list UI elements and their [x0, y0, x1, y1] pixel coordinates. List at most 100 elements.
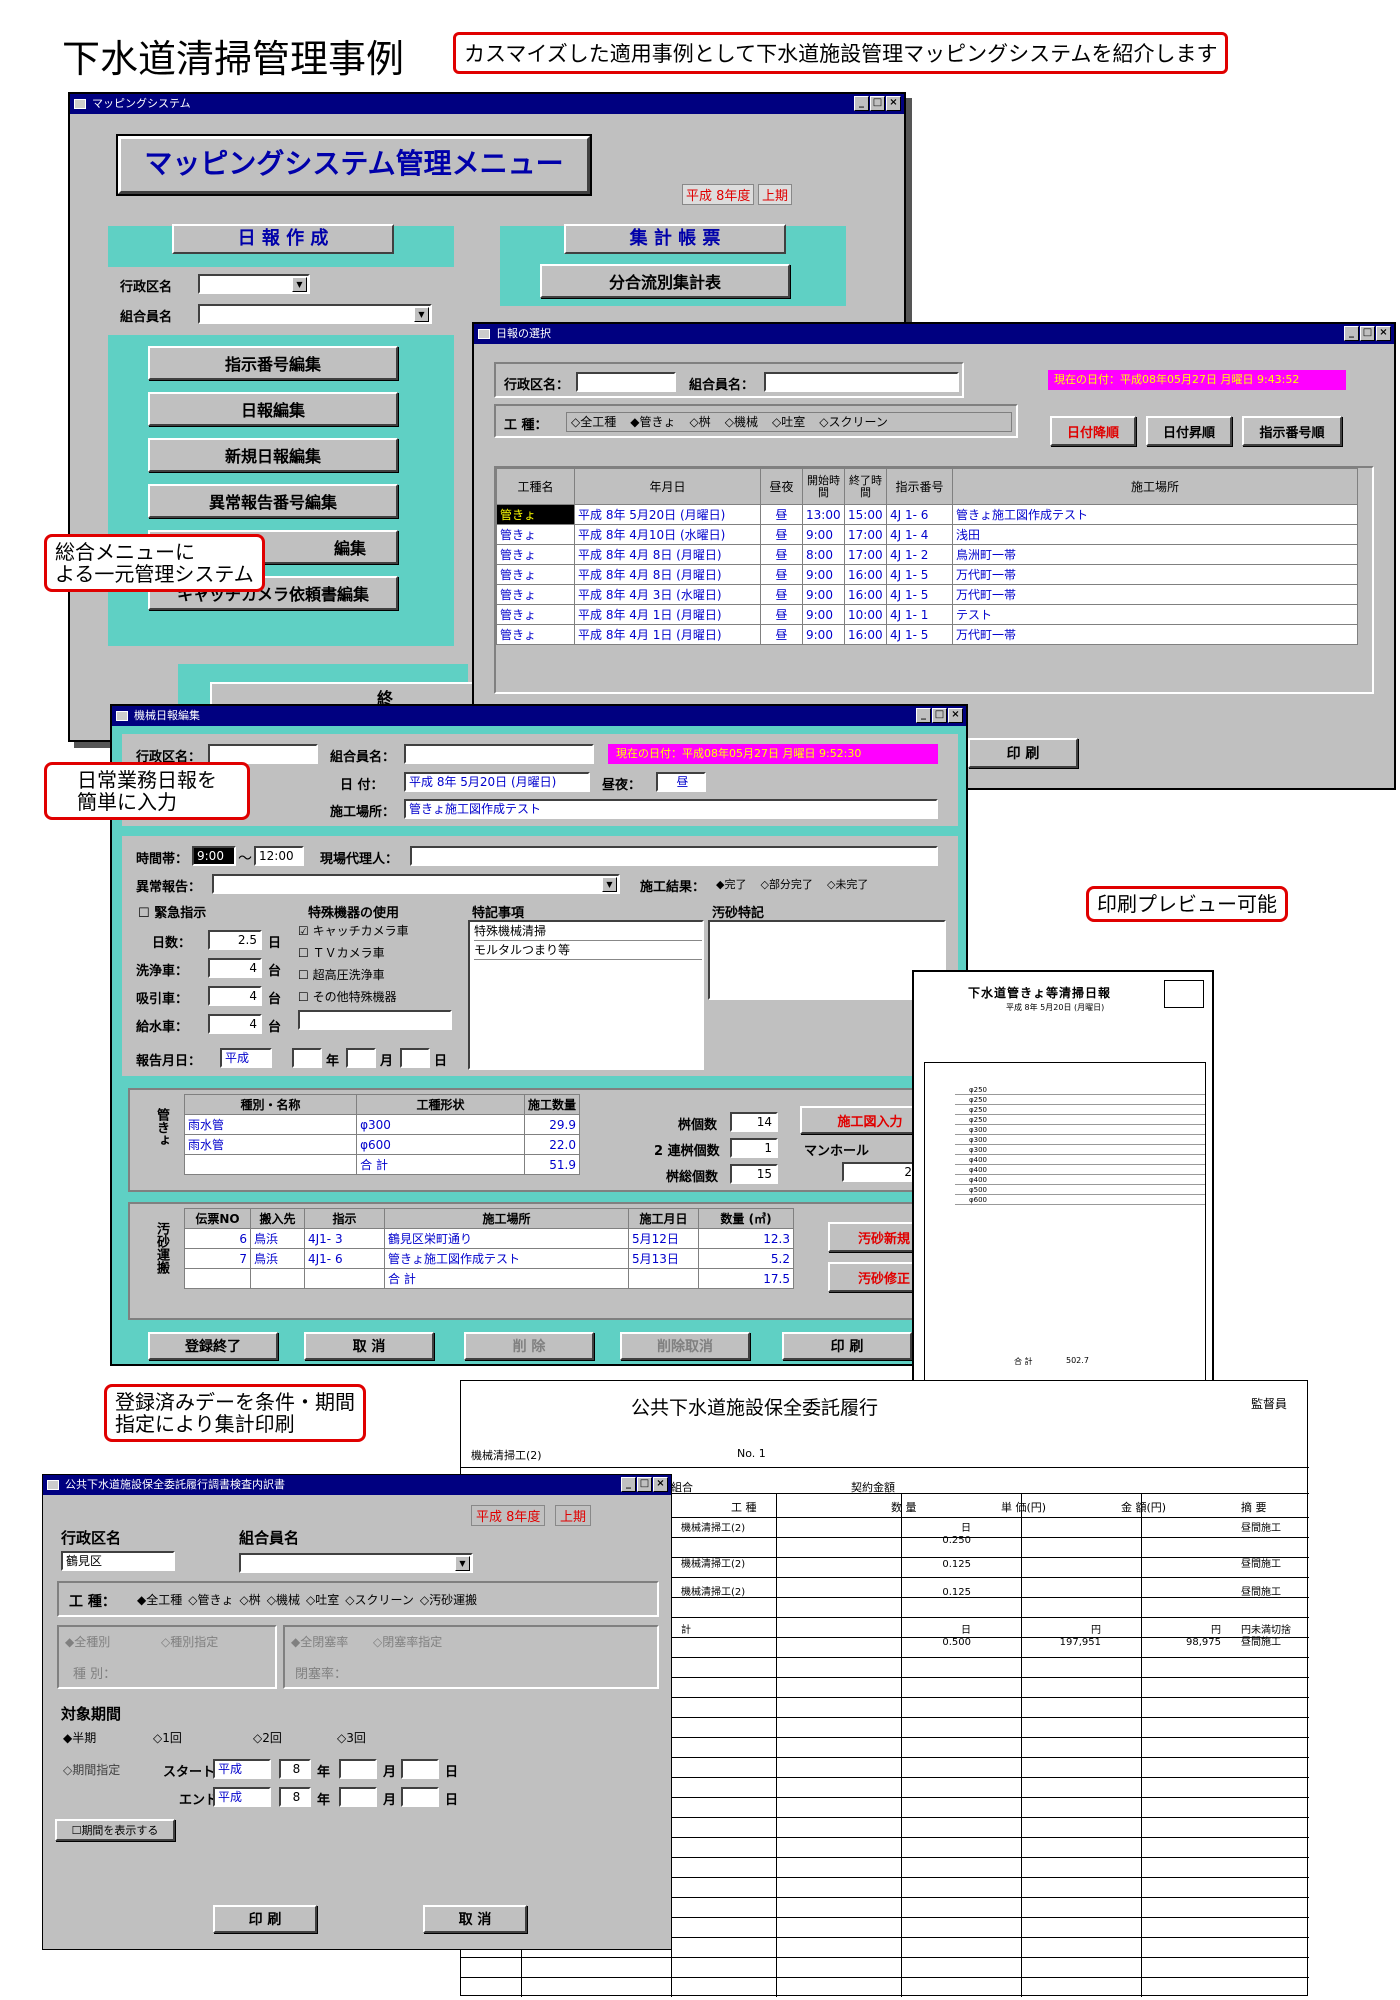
- m-report-year[interactable]: [292, 1048, 322, 1068]
- s-period-spec[interactable]: ◇期間指定: [63, 1761, 120, 1778]
- table-cell[interactable]: [184, 1268, 251, 1289]
- table-row[interactable]: 雨水管 φ300 29.9: [183, 1114, 581, 1135]
- table-row[interactable]: 管きょ 平成 8年 4月 3日 (水曜日) 昼 9:00 16:00 4J 1- 5 万代町…: [496, 584, 1358, 605]
- table-cell[interactable]: 16:00: [844, 564, 887, 585]
- table-cell[interactable]: 17:00: [844, 544, 887, 565]
- table-cell[interactable]: 7: [184, 1248, 251, 1269]
- m-member-input[interactable]: [404, 744, 594, 764]
- radio-all[interactable]: ◇全工種: [571, 413, 616, 431]
- table-cell[interactable]: 9:00: [802, 604, 845, 625]
- table-row[interactable]: 合 計 51.9: [183, 1154, 581, 1175]
- radio-basin[interactable]: ◇桝: [690, 413, 711, 431]
- basin-total-input[interactable]: 15: [730, 1164, 778, 1184]
- table-cell[interactable]: 万代町一帯: [952, 584, 1358, 605]
- table-cell[interactable]: 鳥洲町一帯: [952, 544, 1358, 565]
- summary-print-button[interactable]: 印 刷: [213, 1905, 317, 1933]
- m-equip-2[interactable]: ☐ 超高圧洗浄車: [298, 966, 385, 983]
- table-cell[interactable]: 4J 1- 6: [886, 504, 953, 525]
- table-cell[interactable]: 4J 1- 5: [886, 564, 953, 585]
- table-cell[interactable]: 昼: [760, 604, 803, 625]
- table-cell[interactable]: 合 計: [384, 1268, 629, 1289]
- s-radio-pipe[interactable]: ◇管きょ: [188, 1591, 233, 1608]
- radio-outlet[interactable]: ◇吐室: [772, 413, 805, 431]
- table-row[interactable]: 管きょ 平成 8年 4月 8日 (月曜日) 昼 9:00 16:00 4J 1- 5 万代町…: [496, 564, 1358, 585]
- table-cell[interactable]: 万代町一帯: [952, 564, 1358, 585]
- sort-instr-button[interactable]: 指示番号順: [1242, 416, 1342, 446]
- menu-button-3[interactable]: 異常報告番号編集: [148, 484, 398, 518]
- table-cell[interactable]: 4J 1- 5: [886, 584, 953, 605]
- table-cell[interactable]: 平成 8年 4月 8日 (月曜日): [574, 544, 761, 565]
- maximize-icon[interactable]: □: [637, 1477, 652, 1492]
- summary-button[interactable]: 分合流別集計表: [540, 264, 790, 298]
- minimize-icon[interactable]: _: [916, 708, 931, 723]
- table-cell[interactable]: 平成 8年 4月 1日 (月曜日): [574, 624, 761, 645]
- register-end-button[interactable]: 登録終了: [148, 1332, 278, 1360]
- table-cell[interactable]: 22.0: [523, 1134, 581, 1155]
- m-site-input[interactable]: 管きょ施工図作成テスト: [404, 799, 938, 819]
- table-cell[interactable]: 4J 1- 1: [886, 604, 953, 625]
- table-cell[interactable]: 管きょ: [496, 604, 575, 625]
- table-row[interactable]: 管きょ 平成 8年 4月10日 (水曜日) 昼 9:00 17:00 4J 1- 4 浅田: [496, 524, 1358, 545]
- chevron-down-icon[interactable]: ▼: [602, 877, 617, 892]
- undelete-button[interactable]: 削除取消: [620, 1332, 750, 1360]
- close-icon[interactable]: ×: [1376, 326, 1391, 341]
- s-close-spec[interactable]: ◇閉塞率指定: [373, 1633, 442, 1650]
- m-water-input[interactable]: 4: [208, 1014, 262, 1034]
- s-start-month[interactable]: [339, 1759, 377, 1779]
- manhole-input[interactable]: 2: [842, 1162, 918, 1182]
- s-end-era[interactable]: 平成: [213, 1787, 271, 1807]
- menu-button-0[interactable]: 指示番号編集: [148, 346, 398, 380]
- table-cell[interactable]: 鳥浜: [250, 1248, 305, 1269]
- m-days-input[interactable]: 2.5: [208, 930, 262, 950]
- table-cell[interactable]: 5.2: [698, 1248, 794, 1269]
- s-period-3[interactable]: ◇3回: [337, 1729, 366, 1746]
- minimize-icon[interactable]: _: [621, 1477, 636, 1492]
- table-cell[interactable]: 10:00: [844, 604, 887, 625]
- table-cell[interactable]: テスト: [952, 604, 1358, 625]
- m-ward-input[interactable]: [208, 744, 318, 764]
- s-radio-sludge[interactable]: ◇汚砂運搬: [420, 1591, 477, 1608]
- menu-button-2[interactable]: 新規日報編集: [148, 438, 398, 472]
- m-equip-3[interactable]: ☐ その他特殊機器: [298, 988, 397, 1005]
- summary-member-select[interactable]: ▼: [239, 1553, 473, 1573]
- radio-pipe[interactable]: ◆管きょ: [630, 413, 675, 431]
- maximize-icon[interactable]: □: [932, 708, 947, 723]
- table-cell[interactable]: 5月12日: [628, 1228, 699, 1249]
- table-cell[interactable]: 平成 8年 5月20日 (月曜日): [574, 504, 761, 525]
- table-row[interactable]: 合 計 17.5: [184, 1268, 794, 1289]
- table-cell[interactable]: 12.3: [698, 1228, 794, 1249]
- select-member-input[interactable]: [764, 372, 959, 392]
- m-emergency[interactable]: ☐ 緊急指示: [138, 902, 206, 921]
- table-cell[interactable]: 管きょ: [496, 524, 575, 545]
- table-cell[interactable]: 9:00: [802, 564, 845, 585]
- table-cell[interactable]: 51.9: [523, 1154, 581, 1175]
- ward-select[interactable]: ▼: [198, 274, 310, 294]
- table-cell[interactable]: 5月13日: [628, 1248, 699, 1269]
- table-cell[interactable]: 4J1- 6: [304, 1248, 385, 1269]
- table-cell[interactable]: [183, 1154, 358, 1175]
- table-cell[interactable]: 9:00: [802, 624, 845, 645]
- table-cell[interactable]: 15:00: [844, 504, 887, 525]
- s-all-close[interactable]: ◆全閉塞率: [291, 1633, 348, 1650]
- table-cell[interactable]: 雨水管: [183, 1114, 358, 1135]
- radio-screen[interactable]: ◇スクリーン: [819, 413, 888, 431]
- table-row[interactable]: 管きょ 平成 8年 4月 1日 (月曜日) 昼 9:00 16:00 4J 1- 5 万代町…: [496, 624, 1358, 645]
- m-equip-1[interactable]: ☐ ＴＶカメラ車: [298, 944, 385, 961]
- member-select[interactable]: ▼: [198, 304, 432, 324]
- s-end-year[interactable]: 8: [279, 1787, 311, 1807]
- s-period-1[interactable]: ◇1回: [153, 1729, 182, 1746]
- table-row[interactable]: 6 鳥浜 4J1- 3 鶴見区栄町通り 5月12日 12.3: [184, 1228, 794, 1249]
- table-cell[interactable]: 9:00: [802, 584, 845, 605]
- table-cell[interactable]: 管きょ: [496, 544, 575, 565]
- table-cell[interactable]: 4J 1- 2: [886, 544, 953, 565]
- table-row[interactable]: 雨水管 φ600 22.0: [183, 1134, 581, 1155]
- m-report-era[interactable]: 平成: [220, 1048, 272, 1068]
- basin2-input[interactable]: 1: [730, 1138, 778, 1158]
- s-radio-machine[interactable]: ◇機械: [267, 1591, 300, 1608]
- m-report-month[interactable]: [346, 1048, 376, 1068]
- table-cell[interactable]: 29.9: [523, 1114, 581, 1135]
- sort-asc-button[interactable]: 日付昇順: [1146, 416, 1232, 446]
- radio-machine[interactable]: ◇機械: [725, 413, 758, 431]
- m-wash-input[interactable]: 4: [208, 958, 262, 978]
- select-ward-input[interactable]: [576, 372, 676, 392]
